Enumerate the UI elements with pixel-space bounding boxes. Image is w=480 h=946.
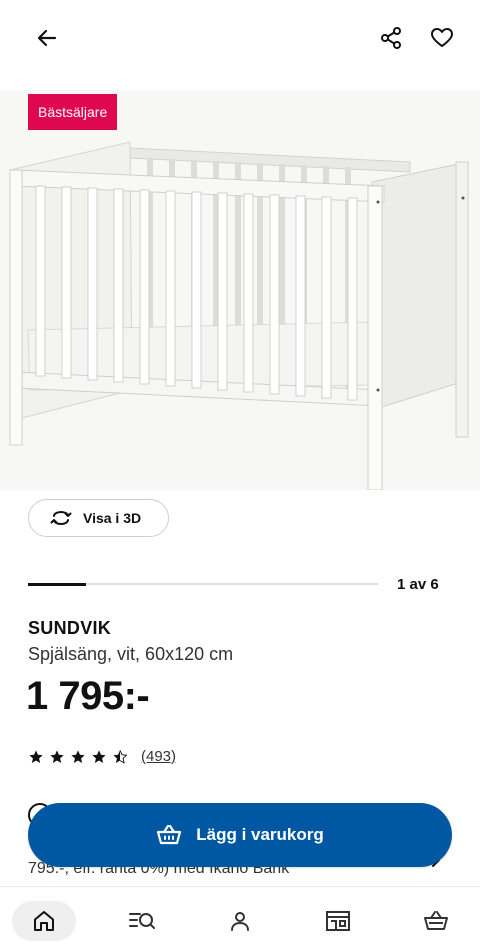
bestseller-badge: Bästsäljare	[28, 94, 118, 130]
gallery-progress-fill	[28, 582, 87, 586]
store-icon	[326, 911, 350, 931]
nav-cart[interactable]	[406, 901, 466, 941]
nav-store[interactable]	[308, 901, 368, 941]
product-description: Spjälsäng, vit, 60x120 cm	[28, 644, 234, 664]
crib-illustration	[0, 90, 480, 490]
top-bar	[0, 0, 480, 76]
rotate-3d-icon	[50, 511, 72, 525]
star-full-icon	[50, 749, 64, 763]
nav-home[interactable]	[12, 901, 76, 941]
bottom-navigation	[0, 886, 480, 946]
star-full-icon	[29, 749, 43, 763]
basket-icon	[424, 911, 448, 930]
rating[interactable]: (493)	[28, 748, 176, 765]
product-image[interactable]	[0, 90, 480, 490]
person-icon	[231, 912, 249, 931]
star-full-icon	[71, 749, 85, 763]
view-3d-label: Visa i 3D	[83, 510, 142, 526]
review-count-link[interactable]: (493)	[141, 748, 176, 765]
heart-icon	[431, 28, 453, 47]
gallery-pager: 1 av 6	[397, 576, 439, 593]
back-button[interactable]	[25, 16, 69, 60]
gallery-progress	[28, 582, 378, 586]
arrow-left-icon	[37, 29, 57, 47]
basket-icon	[157, 824, 182, 845]
product-name[interactable]: SUNDVIK	[28, 618, 111, 639]
add-to-cart-button[interactable]: Lägg i varukorg	[28, 803, 452, 867]
nav-profile[interactable]	[210, 901, 270, 941]
star-full-icon	[92, 749, 106, 763]
share-button[interactable]	[369, 16, 413, 60]
share-icon	[381, 27, 401, 49]
nav-search[interactable]	[112, 901, 172, 941]
search-list-icon	[129, 913, 155, 929]
add-to-cart-label: Lägg i varukorg	[196, 825, 324, 844]
view-3d-button[interactable]: Visa i 3D	[28, 499, 169, 537]
product-price: 1 795:-	[26, 674, 150, 718]
star-half-icon	[113, 749, 128, 763]
favourite-button[interactable]	[420, 16, 464, 60]
home-icon	[34, 911, 54, 931]
